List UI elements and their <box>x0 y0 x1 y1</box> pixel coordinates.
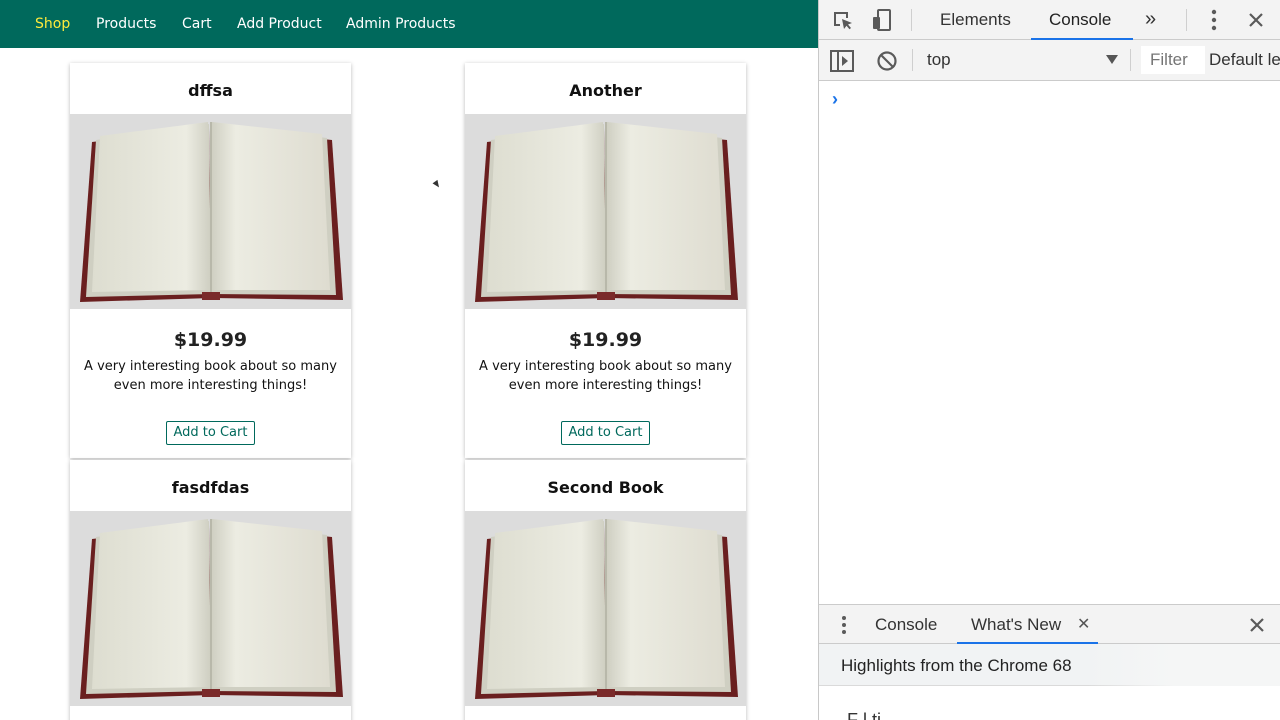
blur-overlay <box>1087 644 1280 686</box>
add-to-cart-button[interactable]: Add to Cart <box>166 421 255 445</box>
mouse-cursor-icon <box>432 179 442 190</box>
toolbar-divider <box>912 49 913 71</box>
product-title: Second Book <box>547 478 664 497</box>
drawer-menu-icon[interactable] <box>841 615 847 635</box>
tab-elements[interactable]: Elements <box>940 10 1011 30</box>
open-book-image <box>70 511 351 706</box>
product-price: $19.99 <box>173 329 248 351</box>
kebab-menu-icon[interactable] <box>1211 9 1217 31</box>
drawer-tabbar: Console What's New ✕ <box>819 604 1280 644</box>
sidebar-toggle-icon[interactable] <box>830 50 854 72</box>
context-selector[interactable]: top <box>927 50 951 70</box>
open-book-image <box>70 114 351 309</box>
product-description: A very interesting book about so many ev… <box>84 359 337 393</box>
shop-page: Shop Products Cart Add Product Admin Pro… <box>0 0 818 720</box>
log-levels-dropdown[interactable]: Default le <box>1209 50 1280 70</box>
nav-products[interactable]: Products <box>96 16 156 32</box>
console-prompt-icon: › <box>832 89 838 109</box>
toolbar-divider <box>911 9 912 31</box>
nav-cart[interactable]: Cart <box>182 16 212 32</box>
product-card: fasdfdas <box>70 460 351 720</box>
more-tabs-icon[interactable]: » <box>1145 8 1156 31</box>
nav-admin-products[interactable]: Admin Products <box>346 16 456 32</box>
open-book-image <box>465 114 746 309</box>
devtools-panel: Elements Console » top Default le › Cons <box>818 0 1280 720</box>
close-tab-icon[interactable]: ✕ <box>1077 614 1090 634</box>
product-title: Another <box>569 81 642 100</box>
whats-new-header: Highlights from the Chrome 68 <box>819 644 1280 686</box>
clear-console-icon[interactable] <box>876 50 898 72</box>
nav-shop[interactable]: Shop <box>35 16 70 32</box>
product-description: A very interesting book about so many ev… <box>479 359 732 393</box>
whats-new-panel: Highlights from the Chrome 68 F l ti <box>819 644 1280 720</box>
product-card: Second Book <box>465 460 746 720</box>
toolbar-divider <box>1186 9 1187 31</box>
console-toolbar: top Default le <box>819 40 1280 81</box>
product-card: dffsa $19.99 A very interesting book abo… <box>70 63 351 458</box>
device-toolbar-icon[interactable] <box>871 8 895 32</box>
open-book-image <box>465 511 746 706</box>
main-nav: Shop Products Cart Add Product Admin Pro… <box>0 0 818 48</box>
add-to-cart-button[interactable]: Add to Cart <box>561 421 650 445</box>
tab-console[interactable]: Console <box>1049 10 1111 30</box>
inspect-element-icon[interactable] <box>831 9 855 33</box>
drawer-tab-console[interactable]: Console <box>875 615 937 635</box>
close-icon[interactable] <box>1248 12 1264 28</box>
dropdown-arrow-icon[interactable] <box>1106 55 1118 64</box>
filter-input[interactable] <box>1141 46 1205 74</box>
console-output[interactable]: › <box>819 81 1280 604</box>
product-card: Another $19.99 A very interesting book a… <box>465 63 746 458</box>
whats-new-subtitle: F l ti <box>847 710 881 720</box>
product-title: dffsa <box>188 81 233 100</box>
drawer-tab-whats-new[interactable]: What's New <box>971 615 1061 635</box>
devtools-tabbar: Elements Console » <box>819 0 1280 40</box>
toolbar-divider <box>1130 49 1131 71</box>
close-drawer-icon[interactable] <box>1249 617 1265 633</box>
whats-new-title: Highlights from the Chrome 68 <box>841 656 1072 675</box>
product-title: fasdfdas <box>171 478 250 497</box>
nav-add-product[interactable]: Add Product <box>237 16 322 32</box>
product-price: $19.99 <box>568 329 643 351</box>
